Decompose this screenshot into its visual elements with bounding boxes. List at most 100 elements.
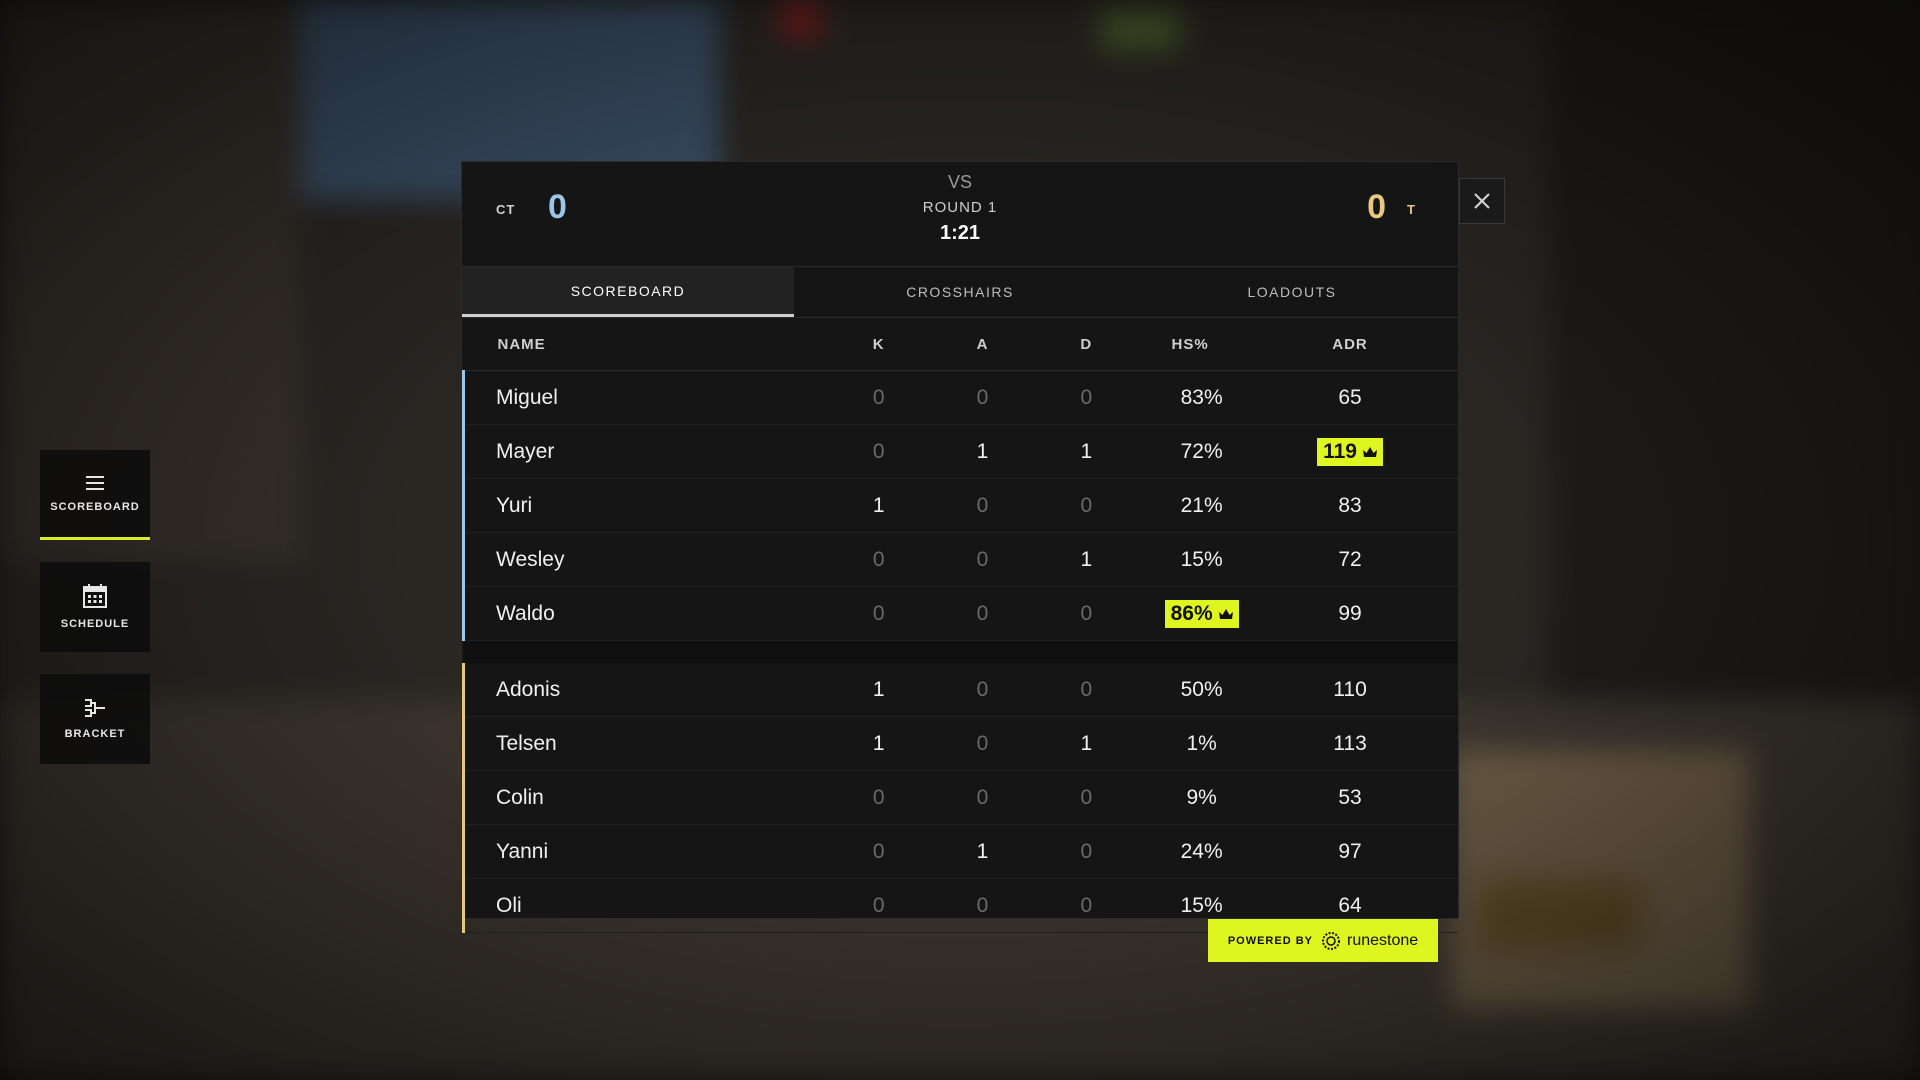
table-row[interactable]: Colin 0 0 0 9% 53 — [461, 770, 1458, 825]
kills: 1 — [826, 663, 931, 717]
table-row[interactable]: Waldo 0 0 0 86% 99 — [461, 586, 1458, 641]
adr: 119 — [1323, 439, 1357, 463]
adr-cell: 119 — [1242, 424, 1458, 479]
kills: 0 — [826, 532, 931, 587]
assists: 0 — [930, 478, 1035, 533]
assists: 1 — [930, 824, 1035, 879]
deaths: 0 — [1034, 586, 1139, 641]
adr: 97 — [1242, 824, 1458, 879]
hs-percent: 15% — [1138, 532, 1243, 587]
close-button[interactable] — [1459, 178, 1505, 224]
table-row[interactable]: Yuri 1 0 0 21% 83 — [461, 478, 1458, 533]
player-name: Waldo — [461, 586, 827, 641]
player-name: Yanni — [461, 824, 827, 879]
side-item-bracket[interactable]: BRACKET — [40, 674, 150, 764]
hs-percent: 72% — [1138, 424, 1243, 479]
player-name: Colin — [461, 770, 827, 825]
table-row[interactable]: Miguel 0 0 0 83% 65 — [461, 370, 1458, 425]
scoreboard-panel: CT 0 VS ROUND 1 1:21 0 T SCOREBOARD CROS… — [461, 161, 1459, 933]
col-assists[interactable]: A — [930, 318, 1035, 371]
bracket-icon — [85, 699, 105, 717]
assists: 1 — [930, 424, 1035, 479]
hs-cell: 86% — [1138, 586, 1243, 641]
assists: 0 — [930, 878, 1035, 933]
side-item-label: SCOREBOARD — [50, 500, 140, 513]
tab-bar: SCOREBOARD CROSSHAIRS LOADOUTS — [462, 267, 1458, 318]
hs-percent: 83% — [1138, 370, 1243, 425]
hs-percent: 1% — [1138, 716, 1243, 771]
adr: 65 — [1242, 370, 1458, 425]
top-hs-badge: 86% — [1164, 599, 1239, 628]
hs-percent: 21% — [1138, 478, 1243, 533]
round-timer: 1:21 — [939, 222, 981, 244]
hs-percent: 9% — [1138, 770, 1243, 825]
deaths: 1 — [1034, 424, 1139, 479]
round-label: ROUND 1 — [922, 199, 998, 216]
table-row[interactable]: Adonis 1 0 0 50% 110 — [461, 663, 1458, 717]
kills: 0 — [826, 370, 931, 425]
col-hs[interactable]: HS% — [1138, 318, 1243, 371]
assists: 0 — [930, 770, 1035, 825]
deaths: 0 — [1034, 663, 1139, 717]
deaths: 0 — [1034, 878, 1139, 933]
side-item-schedule[interactable]: SCHEDULE — [40, 562, 150, 652]
deaths: 0 — [1034, 824, 1139, 879]
kills: 1 — [826, 478, 931, 533]
player-name: Oli — [461, 878, 827, 933]
deaths: 1 — [1034, 716, 1139, 771]
side-item-scoreboard[interactable]: SCOREBOARD — [40, 450, 150, 540]
adr: 72 — [1242, 532, 1458, 587]
runestone-logo-icon — [1322, 931, 1340, 950]
adr: 110 — [1242, 663, 1458, 717]
powered-by-label: POWERED BY — [1227, 934, 1313, 947]
kills: 0 — [826, 824, 931, 879]
table-row[interactable]: Yanni 0 1 0 24% 97 — [461, 824, 1458, 879]
side-item-label: BRACKET — [64, 728, 126, 740]
assists: 0 — [930, 370, 1035, 425]
table-row[interactable]: Telsen 1 0 1 1% 113 — [461, 716, 1458, 771]
kills: 0 — [826, 586, 931, 641]
kills: 0 — [826, 424, 931, 479]
vs-label: VS — [947, 172, 972, 192]
player-name: Wesley — [461, 532, 827, 587]
player-name: Adonis — [461, 663, 827, 717]
tab-crosshairs[interactable]: CROSSHAIRS — [794, 267, 1126, 317]
deaths: 0 — [1034, 770, 1139, 825]
top-adr-badge: 119 — [1317, 437, 1383, 466]
t-team-label: T — [1407, 202, 1416, 217]
col-kills[interactable]: K — [826, 318, 931, 371]
table-row[interactable]: Mayer 0 1 1 72% 119 — [461, 424, 1458, 479]
powered-by-banner[interactable]: POWERED BY runestone — [1208, 919, 1438, 962]
close-icon — [1474, 193, 1490, 209]
col-deaths[interactable]: D — [1034, 318, 1139, 371]
menu-icon — [86, 475, 104, 490]
kills: 1 — [826, 716, 931, 771]
assists: 0 — [930, 532, 1035, 587]
hs-percent: 86% — [1170, 601, 1213, 625]
adr: 99 — [1242, 586, 1458, 641]
scoreboard-table: NAME K A D HS% ADR Miguel 0 0 0 83% 65 M… — [461, 318, 1458, 933]
table-header: NAME K A D HS% ADR — [463, 318, 1458, 371]
adr: 113 — [1242, 716, 1458, 771]
col-adr[interactable]: ADR — [1242, 318, 1458, 371]
deaths: 0 — [1034, 478, 1139, 533]
kills: 0 — [826, 770, 931, 825]
adr: 83 — [1242, 478, 1458, 533]
powered-by-brand: runestone — [1347, 931, 1419, 949]
table-row[interactable]: Wesley 0 0 1 15% 72 — [461, 532, 1458, 587]
side-menu: SCOREBOARD SCHEDULE BRACKET — [40, 450, 150, 786]
adr: 53 — [1242, 770, 1458, 825]
assists: 0 — [930, 586, 1035, 641]
player-name: Mayer — [461, 424, 827, 479]
match-info: VS ROUND 1 1:21 — [462, 172, 1458, 245]
tab-loadouts[interactable]: LOADOUTS — [1126, 267, 1458, 317]
player-name: Telsen — [461, 716, 827, 771]
player-name: Yuri — [461, 478, 827, 533]
col-name[interactable]: NAME — [463, 318, 827, 371]
tab-scoreboard[interactable]: SCOREBOARD — [462, 267, 794, 317]
crown-icon — [1362, 446, 1377, 457]
crown-icon — [1218, 608, 1233, 619]
deaths: 1 — [1034, 532, 1139, 587]
calendar-icon — [83, 584, 107, 608]
side-item-label: SCHEDULE — [60, 618, 130, 630]
